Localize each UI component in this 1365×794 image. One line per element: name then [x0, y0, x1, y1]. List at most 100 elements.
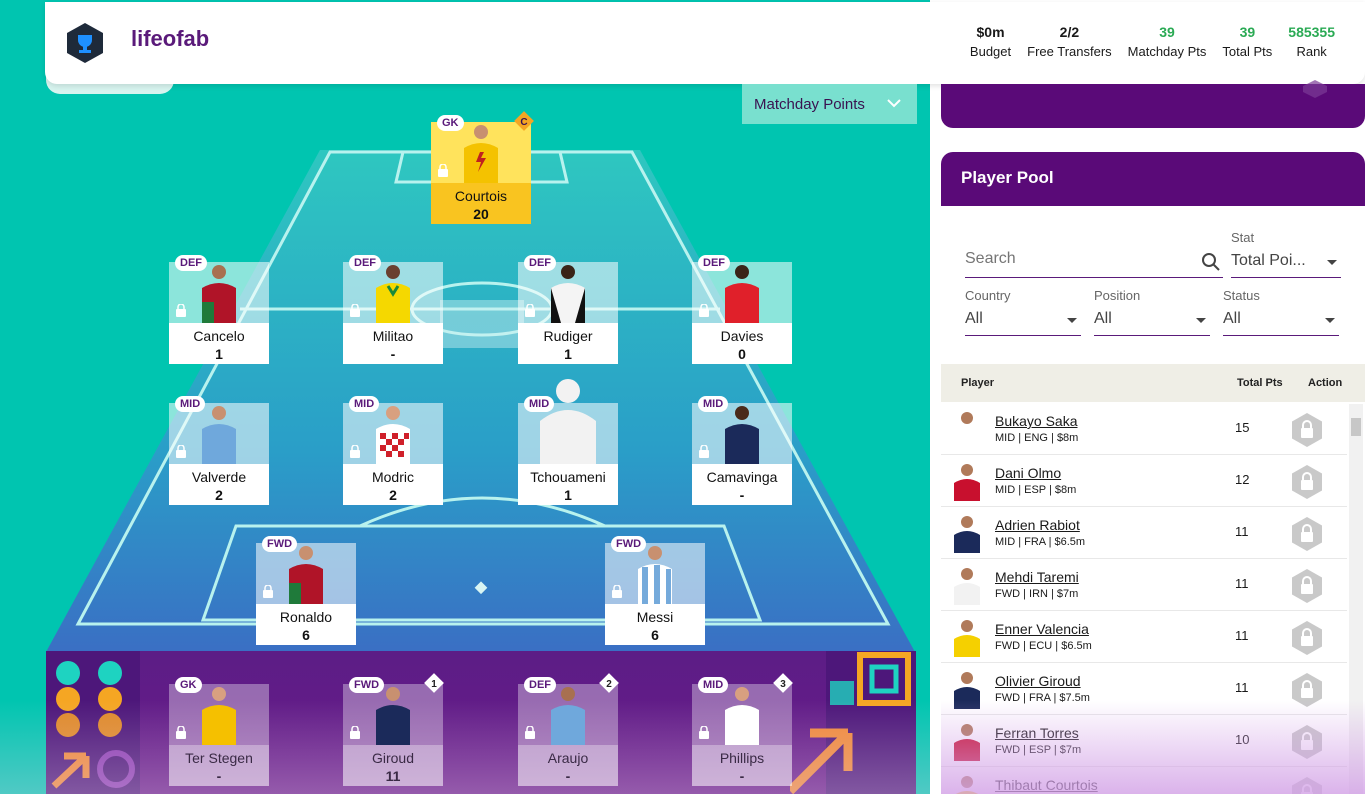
lock-icon[interactable] — [1289, 776, 1325, 794]
player-info: Cancelo 1 — [169, 323, 269, 364]
lock-icon — [176, 304, 186, 317]
country-select[interactable]: Country All — [965, 288, 1081, 336]
decor-pattern-right — [790, 651, 916, 794]
lock-icon — [263, 585, 273, 598]
player-name-link[interactable]: Olivier Giroud — [995, 673, 1081, 689]
player-info: Ter Stegen - — [169, 745, 269, 786]
scrollbar-thumb[interactable] — [1351, 418, 1361, 436]
lock-icon[interactable] — [1289, 568, 1325, 604]
player-card-fwd[interactable]: FWD Ronaldo 6 — [256, 536, 356, 645]
player-card-mid[interactable]: MID Valverde 2 — [169, 396, 269, 505]
matchday-points-label: Matchday Points — [754, 95, 865, 113]
bench-order-badge: 1 — [424, 673, 444, 693]
lock-icon[interactable] — [1289, 620, 1325, 656]
player-card-fwd[interactable]: FWD Messi 6 — [605, 536, 705, 645]
player-avatar-icon — [725, 406, 759, 464]
lock-icon[interactable] — [1289, 464, 1325, 500]
player-avatar-icon — [954, 464, 980, 501]
player-points: - — [565, 768, 571, 784]
player-name: Ter Stegen — [185, 750, 253, 766]
lock-icon[interactable] — [1289, 516, 1325, 552]
table-row[interactable]: Thibaut Courtois — [941, 767, 1347, 794]
column-player[interactable]: Player — [961, 377, 994, 389]
position-select[interactable]: Position All — [1094, 288, 1210, 336]
chevron-down-icon — [887, 99, 901, 108]
position-badge: GK — [175, 677, 202, 693]
status-select[interactable]: Status All — [1223, 288, 1339, 336]
player-points: - — [390, 346, 396, 362]
player-info: Phillips - — [692, 745, 792, 786]
table-row[interactable]: Mehdi Taremi FWD | IRN | $7m 11 — [941, 559, 1347, 611]
lock-icon — [350, 304, 360, 317]
stat-free-transfers: 2/2 Free Transfers — [1019, 24, 1120, 59]
player-info: Araujo - — [518, 745, 618, 786]
player-points: 6 — [302, 627, 310, 643]
lock-icon[interactable] — [1289, 724, 1325, 760]
position-badge: FWD — [349, 677, 385, 693]
matchday-points-dropdown[interactable]: Matchday Points — [742, 84, 917, 124]
player-card-mid[interactable]: MID Modric 2 — [343, 396, 443, 505]
player-name-link[interactable]: Mehdi Taremi — [995, 569, 1079, 585]
position-select-value: All — [1094, 310, 1112, 327]
player-card-def[interactable]: DEF Davies 0 — [692, 255, 792, 364]
player-avatar-icon — [954, 568, 980, 605]
table-row[interactable]: Bukayo Saka MID | ENG | $8m 15 — [941, 403, 1347, 455]
search-field[interactable] — [965, 250, 1223, 278]
player-avatar-icon — [954, 724, 980, 761]
column-action: Action — [1308, 377, 1343, 389]
position-badge: MID — [175, 396, 206, 412]
player-name-link[interactable]: Ferran Torres — [995, 725, 1079, 741]
table-row[interactable]: Olivier Giroud FWD | FRA | $7.5m 11 — [941, 663, 1347, 715]
player-name-link[interactable]: Thibaut Courtois — [995, 777, 1098, 793]
lock-icon[interactable] — [1289, 672, 1325, 708]
player-name-link[interactable]: Bukayo Saka — [995, 413, 1078, 429]
player-name: Rudiger — [543, 328, 593, 344]
search-icon[interactable] — [1201, 252, 1221, 272]
player-name: Modric — [371, 469, 414, 485]
player-card-def[interactable]: DEF Militao - — [343, 255, 443, 364]
table-row[interactable]: Dani Olmo MID | ESP | $8m 12 — [941, 455, 1347, 507]
player-info: Valverde 2 — [169, 464, 269, 505]
player-name: Araujo — [547, 750, 589, 766]
bench-player-card[interactable]: MID 3 Phillips - — [692, 673, 793, 786]
player-avatar-icon — [954, 412, 980, 449]
player-avatar-icon — [202, 265, 236, 323]
player-name: Ronaldo — [279, 609, 333, 625]
player-avatar-icon — [202, 406, 236, 464]
position-badge: MID — [698, 677, 729, 693]
player-name-link[interactable]: Adrien Rabiot — [995, 517, 1080, 533]
player-card-def[interactable]: DEF Cancelo 1 — [169, 255, 269, 364]
table-row[interactable]: Ferran Torres FWD | ESP | $7m 10 — [941, 715, 1347, 767]
player-info: Camavinga - — [692, 464, 792, 505]
stat-select[interactable]: Stat Total Poi... — [1231, 230, 1341, 278]
player-card-def[interactable]: DEF Rudiger 1 — [518, 255, 618, 364]
team-name: lifeofab — [131, 26, 210, 51]
player-name-link[interactable]: Enner Valencia — [995, 621, 1089, 637]
player-card-mid[interactable]: MID Camavinga - — [692, 396, 792, 505]
position-badge: DEF — [349, 255, 381, 271]
lock-icon[interactable] — [1289, 412, 1325, 448]
column-total-pts[interactable]: Total Pts — [1237, 377, 1283, 389]
player-card-mid[interactable]: MID Tchouameni 1 — [518, 379, 618, 505]
player-avatar-icon — [551, 687, 585, 745]
bench-player-card[interactable]: GK Ter Stegen - — [169, 677, 269, 786]
table-row[interactable]: Adrien Rabiot MID | FRA | $6.5m 11 — [941, 507, 1347, 559]
player-points: 20 — [473, 206, 489, 222]
lock-icon — [438, 164, 448, 177]
player-card-gk[interactable]: GK C Courtois 20 — [431, 111, 534, 224]
search-input[interactable] — [965, 250, 1195, 268]
bench-player-card[interactable]: FWD 1 Giroud 11 — [343, 673, 444, 786]
bench-player-card[interactable]: DEF 2 Araujo - — [518, 673, 619, 786]
player-photo — [518, 379, 618, 464]
player-total-pts: 12 — [1235, 472, 1250, 487]
player-name: Davies — [720, 328, 764, 344]
captain-badge-text: C — [520, 117, 527, 128]
panel-collapsed-section — [941, 80, 1365, 128]
table-row[interactable]: Enner Valencia FWD | ECU | $6.5m 11 — [941, 611, 1347, 663]
lock-icon — [699, 445, 709, 458]
bench-order-text: 2 — [606, 679, 612, 690]
scrollbar[interactable] — [1349, 404, 1363, 794]
stat-label: Budget — [969, 44, 1012, 59]
team-logo-icon — [67, 23, 103, 63]
player-name-link[interactable]: Dani Olmo — [995, 465, 1061, 481]
